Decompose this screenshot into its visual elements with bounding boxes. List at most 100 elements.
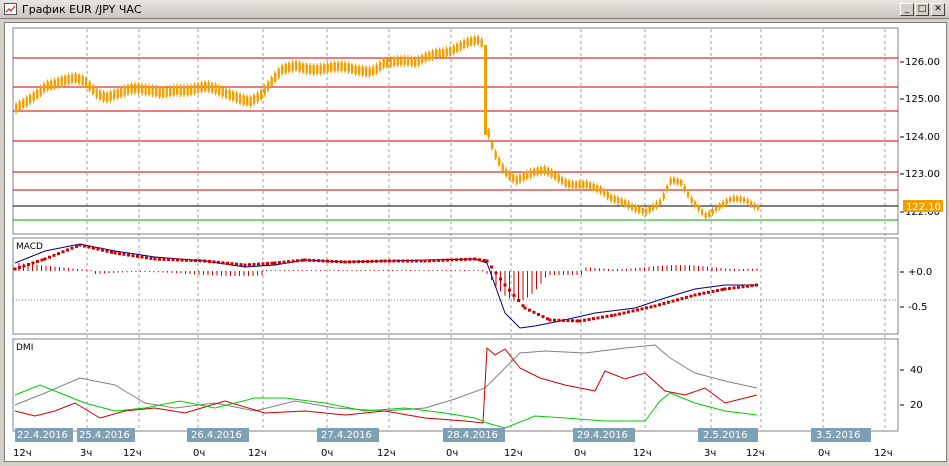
candle-body <box>645 208 648 215</box>
macd-signal-dot <box>92 246 95 250</box>
candle-body <box>746 199 749 204</box>
candle-body <box>428 52 431 61</box>
macd-signal-dot <box>270 261 274 265</box>
macd-signal-dot <box>428 259 431 263</box>
chart-canvas[interactable]: 126.00 125.00 124.00 123.00 122.00 122.1… <box>5 23 946 461</box>
candle-body <box>172 86 175 96</box>
macd-tick: +0.0 <box>908 267 932 278</box>
macd-signal-dot <box>226 261 229 265</box>
candle-body <box>673 177 676 184</box>
macd-signal-dot <box>596 316 600 320</box>
candle-body <box>249 96 252 106</box>
macd-signal-dot <box>217 260 220 264</box>
minimize-button[interactable]: _ <box>900 3 914 16</box>
window-title: График EUR /JPY ЧАС <box>22 3 142 16</box>
candle-body <box>39 86 42 96</box>
candle-body <box>372 66 375 75</box>
candle-body <box>718 204 721 209</box>
candle-body <box>631 203 634 210</box>
candle-body <box>242 95 245 105</box>
macd-signal-dot <box>707 290 710 294</box>
macd-signal-dot <box>348 260 351 264</box>
macd-signal-dot <box>517 299 520 303</box>
candle-body <box>596 185 599 192</box>
candle-body <box>568 180 571 188</box>
candle-body <box>414 58 417 67</box>
date-tag: 3.5.2016 <box>816 430 861 441</box>
macd-signal-dot <box>392 259 396 263</box>
candle-body <box>183 86 186 96</box>
candle-body <box>319 64 322 74</box>
maximize-button[interactable]: □ <box>915 3 929 16</box>
candle-body <box>725 199 728 205</box>
macd-signal-dot <box>252 262 256 266</box>
macd-signal-dot <box>383 259 387 263</box>
date-tag: 22.4.2016 <box>17 430 68 441</box>
candle-body <box>29 94 32 104</box>
candle-body <box>60 76 63 86</box>
candle-body <box>690 197 693 203</box>
macd-signal-dot <box>282 260 286 264</box>
candle-body <box>648 206 651 213</box>
candle-body <box>214 84 217 94</box>
hour-label: 3ч <box>80 448 92 459</box>
macd-signal-dot <box>601 315 604 319</box>
macd-signal-dot <box>352 260 356 264</box>
candle-body <box>232 91 235 101</box>
macd-signal-dot <box>537 312 540 316</box>
candle-body <box>617 197 620 204</box>
macd-signal-dot <box>101 248 104 252</box>
macd-signal-dot <box>388 259 391 263</box>
candle-body <box>620 198 623 205</box>
candle-body <box>743 197 746 203</box>
candle-body <box>106 92 109 102</box>
candle-body <box>379 62 382 71</box>
macd-signal-dot <box>96 247 100 251</box>
candle-body <box>470 37 473 46</box>
macd-signal-dot <box>685 295 688 299</box>
candle-body <box>151 86 154 96</box>
macd-signal-dot <box>43 257 47 261</box>
candle-body <box>431 50 434 59</box>
candle-body <box>22 99 25 108</box>
macd-signal-dot <box>361 260 365 264</box>
macd-signal-dot <box>468 257 472 261</box>
macd-signal-dot <box>287 260 290 264</box>
candle-body <box>263 85 266 95</box>
macd-signal-dot <box>131 254 135 258</box>
candle-body <box>449 47 452 56</box>
candle-body <box>729 197 732 202</box>
candle-body <box>708 211 711 217</box>
macd-signal-dot <box>566 319 570 323</box>
macd-signal-dot <box>343 260 347 264</box>
candle-body <box>438 49 441 58</box>
candle-body <box>43 83 46 93</box>
macd-signal-dot <box>118 252 121 256</box>
macd-signal-dot <box>36 260 39 263</box>
candle-body <box>32 92 35 101</box>
candle-body <box>575 181 578 189</box>
candle-body <box>211 83 214 93</box>
candle-body <box>109 91 112 101</box>
chart-area[interactable]: 126.00 125.00 124.00 123.00 122.00 122.1… <box>4 22 947 462</box>
candle-body <box>641 207 644 214</box>
macd-signal-dot <box>113 251 117 255</box>
macd-signal-dot <box>610 314 613 318</box>
candle-body <box>554 172 557 180</box>
macd-signal-dot <box>689 294 693 298</box>
current-price-label: 122.10 <box>906 202 941 213</box>
hour-label: 12ч <box>746 448 765 459</box>
candle-body <box>347 63 350 72</box>
macd-signal-dot <box>379 259 383 263</box>
macd-signal-dot <box>176 258 179 262</box>
macd-signal-dot <box>308 258 311 262</box>
candle-body <box>561 177 564 185</box>
macd-signal-dot <box>464 257 467 261</box>
macd-signal-dot <box>437 258 440 262</box>
macd-signal-dot <box>261 262 265 266</box>
macd-signal-dot <box>136 254 139 258</box>
macd-signal-dot <box>401 259 405 263</box>
candle-body <box>50 80 53 90</box>
close-button[interactable]: ✕ <box>931 3 945 16</box>
macd-signal-dot <box>48 255 51 259</box>
